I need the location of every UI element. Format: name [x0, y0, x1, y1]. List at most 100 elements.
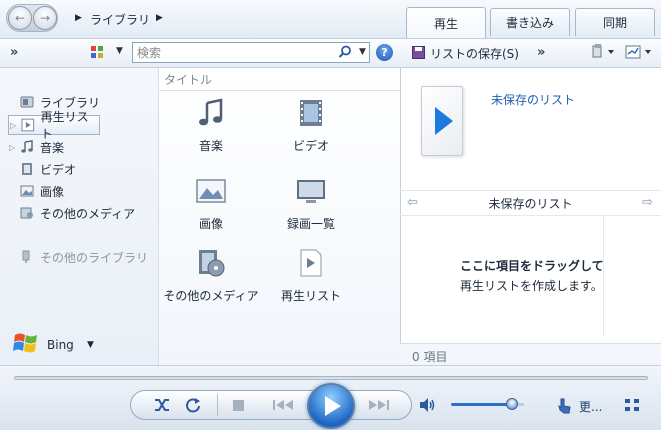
- back-button[interactable]: ←: [8, 6, 32, 30]
- playlist-document-icon: [421, 86, 463, 156]
- nav-item-other-libraries[interactable]: その他のライブラリ: [8, 247, 156, 267]
- breadcrumb-library[interactable]: ライブラリ: [90, 11, 150, 28]
- list-view-options-icon[interactable]: [625, 45, 655, 59]
- list-more-button[interactable]: »: [537, 45, 545, 60]
- list-navigation-bar: 未保存のリスト: [400, 190, 661, 216]
- nav-item-pictures[interactable]: 画像: [8, 181, 156, 201]
- repeat-button[interactable]: [183, 395, 203, 415]
- unsaved-list-title[interactable]: 未保存のリスト: [491, 91, 575, 108]
- next-list-arrow-icon[interactable]: ⇨: [642, 195, 653, 210]
- shuffle-icon: [155, 399, 169, 411]
- play-icon: [325, 396, 341, 416]
- list-name: 未保存のリスト: [488, 196, 573, 211]
- expand-arrow-icon[interactable]: ▷: [10, 121, 16, 130]
- nav-item-label: その他のライブラリ: [40, 250, 149, 265]
- previous-icon: [273, 400, 293, 410]
- expand-arrow-icon[interactable]: ▷: [9, 143, 15, 152]
- switch-to-now-playing-icon[interactable]: [624, 398, 640, 412]
- bing-dropdown-icon[interactable]: ▼: [87, 340, 94, 350]
- back-arrow-icon: ←: [14, 11, 26, 25]
- other-libraries-icon: [22, 250, 30, 263]
- help-icon[interactable]: ?: [376, 44, 393, 61]
- list-options-icon[interactable]: [592, 44, 616, 60]
- drag-hint-text: 再生リストを作成します。: [460, 279, 603, 293]
- other-media-icon: [199, 250, 225, 277]
- tile-other-media[interactable]: その他のメディア: [161, 248, 261, 304]
- mute-button[interactable]: [417, 395, 437, 415]
- stop-button[interactable]: [228, 395, 248, 415]
- search-dropdown-icon[interactable]: ▼: [359, 47, 366, 57]
- tile-label: 音楽: [198, 139, 223, 153]
- previous-list-arrow-icon[interactable]: ⇦: [407, 195, 418, 210]
- picture-icon: [20, 185, 34, 197]
- shuffle-button[interactable]: [152, 395, 172, 415]
- windows-logo-icon[interactable]: [13, 331, 39, 355]
- column-header-label: タイトル: [164, 73, 213, 87]
- view-options-dropdown-icon[interactable]: ▼: [116, 46, 123, 56]
- toolbar-more-button[interactable]: »: [10, 45, 18, 60]
- search-box[interactable]: [132, 42, 370, 63]
- tile-label: その他のメディア: [163, 289, 259, 303]
- save-icon: [412, 46, 425, 59]
- tab-sync[interactable]: 同期: [575, 8, 655, 36]
- nav-item-label: その他のメディア: [40, 206, 136, 221]
- column-header-title[interactable]: タイトル: [158, 71, 400, 91]
- video-icon: [22, 163, 32, 175]
- nav-item-playlists[interactable]: ▷ 再生リスト: [8, 110, 100, 141]
- music-icon: [199, 98, 223, 126]
- nav-item-music[interactable]: ▷ 音楽: [8, 137, 156, 157]
- more-info-icon[interactable]: [556, 397, 572, 415]
- transport-divider: [217, 394, 218, 416]
- playlist-icon: [300, 249, 322, 277]
- search-input[interactable]: [133, 43, 333, 62]
- list-divider: [603, 216, 604, 336]
- tv-icon: [297, 180, 325, 203]
- library-icon: [20, 96, 34, 108]
- volume-slider-handle[interactable]: [506, 398, 518, 410]
- list-footer: 0 項目: [400, 343, 661, 365]
- nav-item-label: 音楽: [40, 140, 65, 155]
- tab-play[interactable]: 再生: [406, 7, 486, 38]
- tile-label: 再生リスト: [280, 289, 341, 303]
- picture-icon: [196, 179, 226, 203]
- tab-play-label: 再生: [433, 16, 458, 31]
- stop-icon: [232, 399, 244, 411]
- view-options-icon[interactable]: [90, 45, 104, 59]
- other-media-icon: [20, 207, 33, 219]
- nav-item-label: ビデオ: [40, 162, 77, 177]
- volume-fill: [451, 403, 513, 406]
- seek-bar[interactable]: [14, 376, 648, 380]
- save-list-button[interactable]: リストの保存(S): [430, 45, 519, 62]
- tile-recorded-tv[interactable]: 録画一覧: [261, 176, 361, 232]
- next-button[interactable]: [364, 395, 392, 415]
- video-icon: [300, 100, 322, 126]
- tab-burn[interactable]: 書き込み: [490, 8, 570, 36]
- repeat-icon: [186, 398, 200, 413]
- breadcrumb-chevron-icon[interactable]: ▶: [156, 13, 163, 23]
- search-icon[interactable]: [338, 45, 352, 59]
- nav-item-other-media[interactable]: その他のメディア: [8, 203, 156, 223]
- nav-item-video[interactable]: ビデオ: [8, 159, 156, 179]
- playlist-icon: [21, 118, 35, 132]
- tile-label: 録画一覧: [286, 217, 335, 231]
- tile-video[interactable]: ビデオ: [261, 98, 361, 154]
- next-icon: [369, 400, 389, 410]
- more-button[interactable]: 更...: [579, 398, 602, 415]
- speaker-icon: [420, 398, 435, 412]
- tile-label: 画像: [198, 217, 223, 231]
- forward-button[interactable]: →: [33, 6, 57, 30]
- tile-music[interactable]: 音楽: [161, 98, 261, 154]
- item-count: 0 項目: [412, 350, 448, 364]
- forward-arrow-icon: →: [39, 11, 51, 25]
- drag-hint-heading: ここに項目をドラッグして: [460, 259, 604, 273]
- previous-button[interactable]: [270, 395, 298, 415]
- tab-burn-label: 書き込み: [505, 16, 554, 30]
- play-button[interactable]: [307, 383, 355, 429]
- tile-pictures[interactable]: 画像: [161, 176, 261, 232]
- tile-playlists[interactable]: 再生リスト: [261, 248, 361, 304]
- bing-label[interactable]: Bing: [47, 338, 74, 352]
- nav-item-label: 画像: [40, 184, 65, 199]
- music-icon: [21, 140, 33, 153]
- breadcrumb-arrow-icon[interactable]: ▶: [75, 13, 82, 23]
- tile-label: ビデオ: [292, 139, 329, 153]
